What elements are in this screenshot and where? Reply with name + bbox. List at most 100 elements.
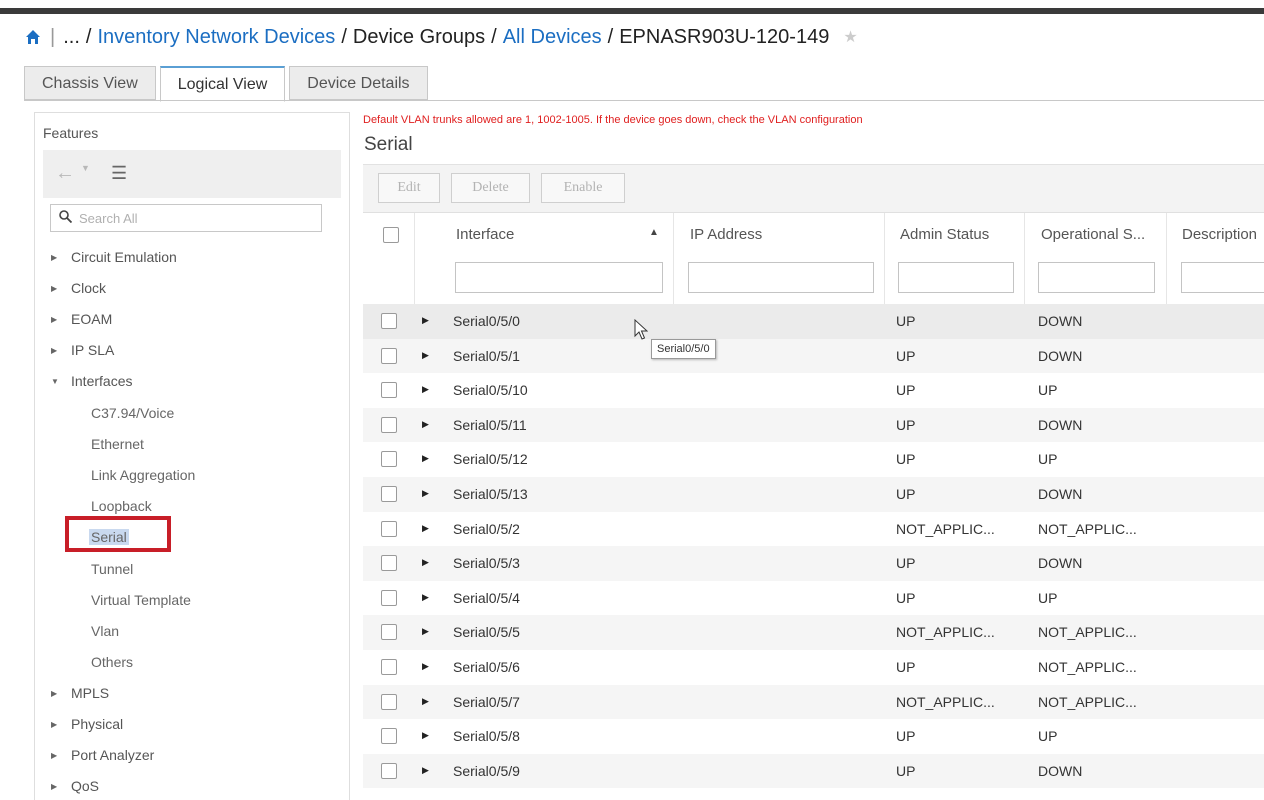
- column-interface[interactable]: Interface ▲: [415, 213, 674, 305]
- row-checkbox[interactable]: [381, 382, 397, 399]
- table-row[interactable]: ▶ Serial0/5/3 UP DOWN: [363, 546, 1264, 581]
- table-row[interactable]: ▶ Serial0/5/0 UP DOWN: [363, 304, 1264, 339]
- edit-button[interactable]: Edit: [378, 173, 440, 203]
- sort-ascending-icon[interactable]: ▲: [649, 227, 659, 238]
- table-row[interactable]: ▶ Serial0/5/2 NOT_APPLIC... NOT_APPLIC...: [363, 512, 1264, 547]
- tree-item-mpls[interactable]: ▶ MPLS: [51, 682, 109, 704]
- tree-item-vlan[interactable]: Vlan: [91, 620, 119, 642]
- interface-cell: Serial0/5/13: [453, 486, 528, 502]
- expand-arrow-icon[interactable]: ▶: [422, 626, 429, 637]
- breadcrumb-link-all-devices[interactable]: All Devices: [503, 26, 602, 49]
- tree-item-ip-sla[interactable]: ▶ IP SLA: [51, 339, 114, 361]
- table-row[interactable]: ▶ Serial0/5/12 UP UP: [363, 442, 1264, 477]
- expand-arrow-icon[interactable]: ▶: [422, 730, 429, 741]
- expand-arrow-icon[interactable]: ▶: [422, 592, 429, 603]
- features-panel: Features ← ▼ ☰ ▶Circuit Emulation ▶Clock…: [34, 112, 350, 800]
- table-row[interactable]: ▶ Serial0/5/9 UP DOWN: [363, 753, 1264, 789]
- row-checkbox[interactable]: [381, 762, 397, 779]
- expand-arrow-icon[interactable]: ▶: [422, 384, 429, 395]
- chevron-down-icon[interactable]: ▼: [81, 163, 90, 173]
- row-checkbox[interactable]: [381, 624, 397, 641]
- breadcrumb-ellipsis[interactable]: ...: [63, 26, 80, 49]
- admin-status-filter-input[interactable]: [898, 262, 1014, 293]
- expand-arrow-icon[interactable]: ▶: [51, 247, 71, 269]
- table-row[interactable]: ▶ Serial0/5/7 NOT_APPLIC... NOT_APPLIC...: [363, 684, 1264, 720]
- tree-item-clock[interactable]: ▶ Clock: [51, 277, 106, 299]
- column-admin-status[interactable]: Admin Status: [885, 213, 1025, 305]
- column-description[interactable]: Description: [1167, 213, 1264, 305]
- tree-item-circuit-emulation[interactable]: ▶ Circuit Emulation: [51, 246, 177, 268]
- row-checkbox[interactable]: [381, 451, 397, 468]
- row-checkbox[interactable]: [381, 486, 397, 502]
- expand-arrow-icon[interactable]: ▶: [422, 350, 429, 361]
- enable-button[interactable]: Enable: [541, 173, 625, 203]
- column-operational-status[interactable]: Operational S...: [1025, 213, 1167, 305]
- ip-address-filter-input[interactable]: [688, 262, 874, 293]
- row-checkbox[interactable]: [381, 555, 397, 572]
- tree-item-link-aggregation[interactable]: Link Aggregation: [91, 464, 195, 486]
- row-checkbox[interactable]: [381, 693, 397, 710]
- interface-cell: Serial0/5/5: [453, 624, 520, 641]
- expand-arrow-icon[interactable]: ▶: [422, 488, 429, 499]
- star-icon[interactable]: ★: [843, 27, 857, 47]
- interface-cell: Serial0/5/2: [453, 520, 520, 537]
- table-row[interactable]: ▶ Serial0/5/11 UP DOWN: [363, 407, 1264, 443]
- row-checkbox[interactable]: [381, 589, 397, 606]
- breadcrumb-link-inventory[interactable]: Inventory Network Devices: [97, 26, 335, 49]
- delete-button[interactable]: Delete: [451, 173, 530, 203]
- tree-item-physical[interactable]: ▶ Physical: [51, 713, 123, 735]
- expand-arrow-icon[interactable]: ▶: [422, 765, 429, 776]
- column-ip-address[interactable]: IP Address: [674, 213, 885, 305]
- expand-arrow-icon[interactable]: ▶: [422, 419, 429, 430]
- expand-arrow-icon[interactable]: ▶: [51, 340, 71, 362]
- table-row[interactable]: ▶ Serial0/5/5 NOT_APPLIC... NOT_APPLIC...: [363, 615, 1264, 650]
- row-checkbox[interactable]: [381, 416, 397, 433]
- tab-device-details[interactable]: Device Details: [289, 66, 428, 100]
- row-checkbox[interactable]: [381, 347, 397, 364]
- row-checkbox[interactable]: [381, 728, 397, 745]
- back-arrow-icon[interactable]: ←: [55, 162, 75, 185]
- table-row[interactable]: ▶ Serial0/5/10 UP UP: [363, 373, 1264, 408]
- collapse-arrow-icon[interactable]: ▼: [51, 371, 71, 393]
- tree-item-interfaces[interactable]: ▼ Interfaces: [51, 370, 132, 392]
- table-row[interactable]: ▶ Serial0/5/6 UP NOT_APPLIC...: [363, 650, 1264, 685]
- section-title: Serial: [364, 134, 413, 155]
- row-checkbox[interactable]: [381, 520, 397, 537]
- row-checkbox[interactable]: [381, 659, 397, 675]
- expand-arrow-icon[interactable]: ▶: [422, 315, 429, 326]
- select-all-checkbox[interactable]: [383, 227, 399, 243]
- expand-arrow-icon[interactable]: ▶: [422, 453, 429, 464]
- tab-chassis-view[interactable]: Chassis View: [24, 66, 156, 100]
- table-row[interactable]: ▶ Serial0/5/4 UP UP: [363, 581, 1264, 616]
- home-icon[interactable]: [24, 28, 42, 46]
- table-row[interactable]: ▶ Serial0/5/1 UP DOWN: [363, 338, 1264, 374]
- description-filter-input[interactable]: [1181, 262, 1264, 293]
- tree-item-virtual-template[interactable]: Virtual Template: [91, 589, 191, 611]
- expand-arrow-icon[interactable]: ▶: [422, 696, 429, 707]
- expand-arrow-icon[interactable]: ▶: [422, 523, 429, 534]
- tree-item-c37-voice[interactable]: C37.94/Voice: [91, 402, 174, 424]
- expand-arrow-icon[interactable]: ▶: [51, 683, 71, 705]
- expand-arrow-icon[interactable]: ▶: [422, 557, 429, 568]
- tree-item-loopback[interactable]: Loopback: [91, 495, 152, 517]
- list-icon[interactable]: ☰: [111, 163, 127, 184]
- tree-item-port-analyzer[interactable]: ▶ Port Analyzer: [51, 744, 154, 766]
- tree-item-qos[interactable]: ▶ QoS: [51, 775, 99, 797]
- expand-arrow-icon[interactable]: ▶: [51, 776, 71, 798]
- search-input[interactable]: [79, 207, 309, 229]
- tree-item-ethernet[interactable]: Ethernet: [91, 433, 144, 455]
- expand-arrow-icon[interactable]: ▶: [422, 661, 429, 672]
- table-row[interactable]: ▶ Serial0/5/8 UP UP: [363, 719, 1264, 754]
- tab-logical-view[interactable]: Logical View: [159, 66, 286, 102]
- tree-item-others[interactable]: Others: [91, 651, 133, 673]
- operational-status-filter-input[interactable]: [1038, 262, 1155, 293]
- interface-filter-input[interactable]: [455, 262, 663, 293]
- expand-arrow-icon[interactable]: ▶: [51, 309, 71, 331]
- expand-arrow-icon[interactable]: ▶: [51, 745, 71, 767]
- tree-item-tunnel[interactable]: Tunnel: [91, 558, 133, 580]
- expand-arrow-icon[interactable]: ▶: [51, 714, 71, 736]
- table-row[interactable]: ▶ Serial0/5/13 UP DOWN: [363, 477, 1264, 512]
- tree-item-eoam[interactable]: ▶ EOAM: [51, 308, 112, 330]
- expand-arrow-icon[interactable]: ▶: [51, 278, 71, 300]
- row-checkbox[interactable]: [381, 313, 397, 329]
